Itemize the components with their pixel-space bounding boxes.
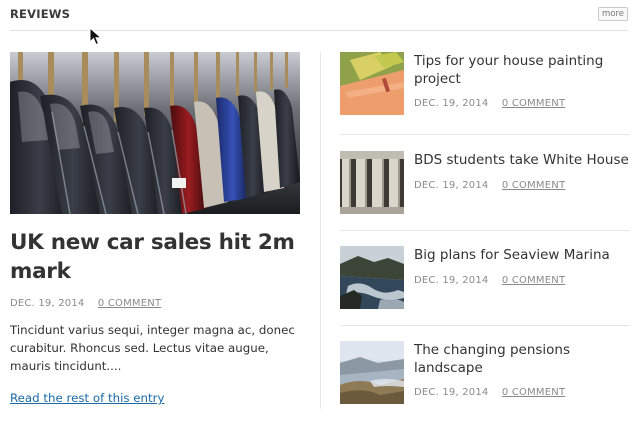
main-article-title[interactable]: UK new car sales hit 2m mark xyxy=(10,228,300,286)
post-date: DEC. 19, 2014 xyxy=(414,180,489,191)
comment-count-link[interactable]: 0 COMMENT xyxy=(98,298,161,309)
list-item-meta: DEC. 19, 2014 0 COMMENT xyxy=(414,275,565,286)
list-item-title[interactable]: Big plans for Seaview Marina xyxy=(414,246,630,264)
list-divider xyxy=(340,230,630,231)
list-item-meta: DEC. 19, 2014 0 COMMENT xyxy=(414,387,565,398)
list-item-meta: DEC. 19, 2014 0 COMMENT xyxy=(414,180,565,191)
thumbnail-columns-image[interactable] xyxy=(340,151,404,214)
comment-count-link[interactable]: 0 COMMENT xyxy=(502,180,565,191)
mouse-cursor-icon xyxy=(89,27,103,46)
post-date: DEC. 19, 2014 xyxy=(414,98,489,109)
comment-count-link[interactable]: 0 COMMENT xyxy=(502,387,565,398)
main-article-image[interactable] xyxy=(10,52,300,214)
section-title: REVIEWS xyxy=(10,7,71,21)
read-more-link[interactable]: Read the rest of this entry xyxy=(10,391,164,405)
column-divider xyxy=(320,52,321,409)
more-button[interactable]: more xyxy=(597,7,628,21)
main-article-meta: DEC. 19, 2014 0 COMMENT xyxy=(10,298,161,309)
list-divider xyxy=(340,134,630,135)
thumbnail-painting-image[interactable] xyxy=(340,52,404,115)
main-article-excerpt: Tincidunt varius sequi, integer magna ac… xyxy=(10,323,295,373)
comment-count-link[interactable]: 0 COMMENT xyxy=(502,98,565,109)
post-date: DEC. 19, 2014 xyxy=(414,387,489,398)
list-divider xyxy=(340,325,630,326)
post-date: DEC. 19, 2014 xyxy=(10,298,85,309)
thumbnail-landscape-image[interactable] xyxy=(340,341,404,404)
comment-count-link[interactable]: 0 COMMENT xyxy=(502,275,565,286)
list-item-meta: DEC. 19, 2014 0 COMMENT xyxy=(414,98,565,109)
list-item-title[interactable]: Tips for your house painting project xyxy=(414,52,630,88)
list-item-title[interactable]: The changing pensions landscape xyxy=(414,341,630,377)
post-date: DEC. 19, 2014 xyxy=(414,275,489,286)
thumbnail-coast-image[interactable] xyxy=(340,246,404,309)
list-item-title[interactable]: BDS students take White House xyxy=(414,151,630,169)
